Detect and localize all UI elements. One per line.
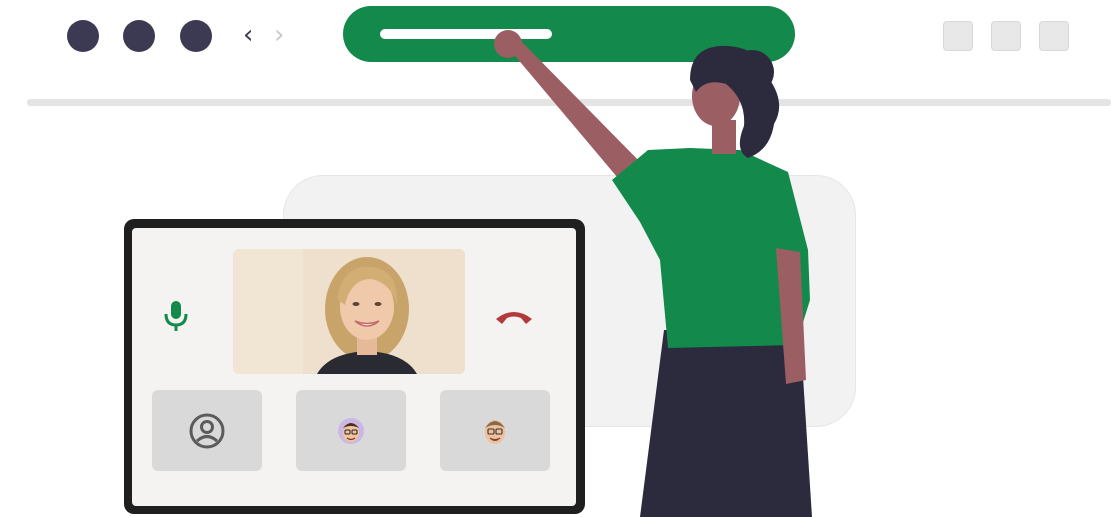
participant-tile-1[interactable] — [152, 390, 262, 471]
avatar — [336, 415, 366, 447]
forward-arrow-icon[interactable]: › — [274, 18, 284, 52]
window-minimize-dot[interactable] — [123, 20, 155, 52]
woman-illustration — [480, 25, 820, 517]
user-circle-icon — [188, 412, 226, 450]
window-maximize-dot[interactable] — [180, 20, 212, 52]
back-arrow-icon[interactable]: ‹ — [243, 18, 253, 52]
main-video-feed — [233, 249, 465, 374]
participant-photo — [233, 249, 465, 374]
toolbar-button-1[interactable] — [943, 21, 973, 51]
microphone-icon[interactable] — [163, 299, 189, 333]
window-close-dot[interactable] — [67, 20, 99, 52]
toolbar-button-2[interactable] — [991, 21, 1021, 51]
participant-tile-2[interactable] — [296, 390, 406, 471]
toolbar-button-3[interactable] — [1039, 21, 1069, 51]
